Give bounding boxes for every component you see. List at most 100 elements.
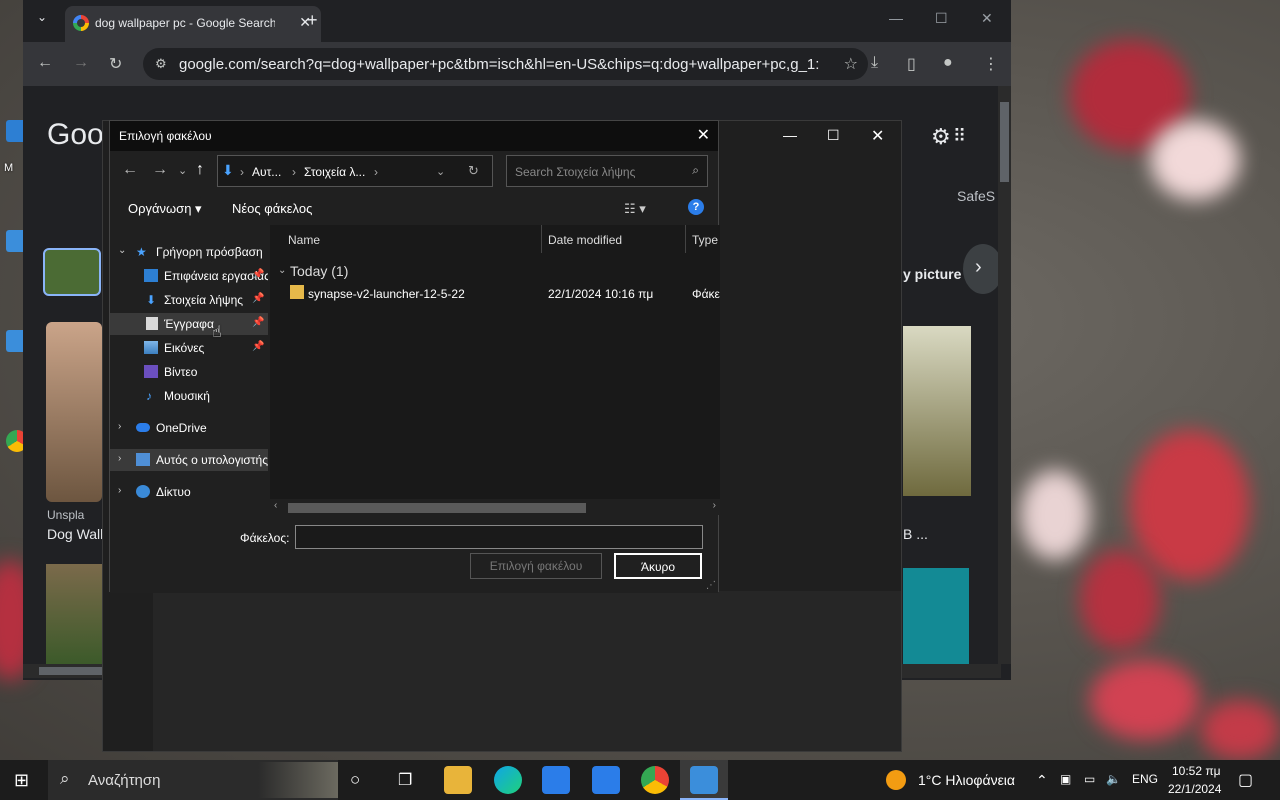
profile-icon[interactable]: ●	[943, 54, 953, 72]
bookmark-star-icon[interactable]: ☆	[844, 54, 858, 74]
edge-icon[interactable]	[494, 766, 522, 794]
tree-quick-access[interactable]: ⌄ ★ Γρήγορη πρόσβαση	[110, 241, 268, 263]
cortana-icon[interactable]: ○	[350, 770, 360, 790]
result-image[interactable]	[903, 326, 971, 496]
minimize-icon[interactable]: —	[889, 10, 903, 26]
refresh-icon[interactable]: ↻	[468, 163, 479, 179]
volume-muted-icon[interactable]: 🔈	[1106, 772, 1121, 786]
tree-music[interactable]: ♪ Μουσική	[110, 385, 268, 407]
organize-button[interactable]: Οργάνωση ▾	[128, 201, 202, 217]
address-bar[interactable]: ⚙ google.com/search?q=dog+wallpaper+pc&t…	[143, 48, 868, 80]
select-folder-button[interactable]: Επιλογή φακέλου	[470, 553, 602, 579]
file-list-horizontal-scrollbar[interactable]: ‹ ›	[270, 499, 720, 515]
maximize-icon[interactable]: ☐	[827, 127, 840, 144]
result-title[interactable]: B ...	[903, 526, 928, 542]
filter-chip-thumbnail[interactable]	[43, 248, 101, 296]
weather-text[interactable]: 1°C Ηλιοφάνεια	[918, 772, 1015, 788]
pin-icon[interactable]: 📌	[252, 317, 264, 328]
active-app-slot[interactable]	[680, 760, 728, 800]
column-name[interactable]: Name	[270, 225, 542, 253]
folder-input[interactable]	[295, 525, 703, 549]
recent-locations-icon[interactable]: ⌄	[178, 164, 187, 177]
tree-videos[interactable]: Βίντεο	[110, 361, 268, 383]
chrome-taskbar-icon[interactable]	[641, 766, 669, 794]
table-row[interactable]: synapse-v2-launcher-12-5-22 22/1/2024 10…	[280, 283, 720, 305]
up-folder-icon[interactable]: ↑	[196, 161, 204, 179]
result-image[interactable]	[46, 322, 102, 502]
maximize-icon[interactable]: ☐	[935, 10, 948, 27]
back-icon[interactable]: ←	[122, 161, 138, 179]
result-image[interactable]	[903, 568, 969, 664]
forward-icon[interactable]: →	[73, 54, 89, 72]
menu-icon[interactable]: ⋮	[983, 54, 999, 74]
scroll-left-icon[interactable]: ‹	[274, 500, 277, 511]
new-folder-button[interactable]: Νέος φάκελος	[232, 201, 312, 216]
pin-icon[interactable]: 📌	[252, 293, 264, 304]
page-vertical-scrollbar[interactable]	[998, 86, 1011, 664]
resize-grip-icon[interactable]: ⋰	[706, 580, 716, 591]
meet-icon[interactable]: ▣	[1060, 772, 1071, 786]
group-header[interactable]: Today (1)	[290, 263, 348, 279]
tree-documents[interactable]: Έγγραφα 📌	[110, 313, 268, 335]
address-breadcrumb[interactable]: ⬇ › Αυτ... › Στοιχεία λ... › ⌄ ↻	[217, 155, 493, 187]
chevron-right-icon[interactable]: ›	[118, 421, 121, 432]
notifications-icon[interactable]: ▢	[1238, 770, 1253, 790]
breadcrumb-item[interactable]: Αυτ...	[252, 165, 281, 179]
taskbar-search-input[interactable]: Αναζήτηση	[88, 772, 160, 789]
task-view-icon[interactable]: ❐	[398, 770, 412, 790]
apps-grid-icon[interactable]: ⠿	[953, 126, 966, 147]
settings-gear-icon[interactable]: ⚙	[931, 124, 951, 150]
downloads-icon[interactable]: ⤓	[871, 54, 878, 72]
chevron-right-icon[interactable]: ›	[118, 485, 121, 496]
file-explorer-icon[interactable]	[444, 766, 472, 794]
search-input[interactable]: Search Στοιχεία λήψης	[515, 165, 635, 179]
close-window-icon[interactable]: ✕	[981, 10, 993, 27]
tree-this-pc[interactable]: › Αυτός ο υπολογιστής	[110, 449, 268, 471]
chevron-right-icon[interactable]: ›	[118, 453, 121, 464]
site-info-icon[interactable]: ⚙	[155, 56, 167, 72]
taskbar-search[interactable]: ⌕ Αναζήτηση	[48, 760, 338, 800]
tree-onedrive[interactable]: › OneDrive	[110, 417, 268, 439]
tray-expand-icon[interactable]: ⌃	[1036, 772, 1048, 789]
result-source[interactable]: Unspla	[47, 508, 84, 522]
group-collapse-icon[interactable]: ⌄	[278, 265, 286, 276]
chevron-down-icon[interactable]: ⌄	[436, 165, 445, 178]
tree-pictures[interactable]: Εικόνες 📌	[110, 337, 268, 359]
scroll-thumb[interactable]	[288, 503, 586, 513]
tree-network[interactable]: › Δίκτυο	[110, 481, 268, 503]
chevron-down-icon[interactable]: ⌄	[118, 245, 126, 256]
side-panel-icon[interactable]: ▯	[907, 54, 916, 74]
clock-time[interactable]: 10:52 πμ	[1172, 764, 1221, 778]
close-window-icon[interactable]: ✕	[871, 126, 884, 146]
dialog-close-icon[interactable]: ✕	[697, 125, 710, 145]
help-icon[interactable]: ?	[688, 199, 704, 215]
cancel-button[interactable]: Άκυρο	[614, 553, 702, 579]
search-box[interactable]: Search Στοιχεία λήψης ⌕	[506, 155, 708, 187]
safesearch-label[interactable]: SafeS	[957, 188, 995, 204]
chip-label[interactable]: y picture	[903, 266, 961, 282]
scroll-thumb[interactable]	[1000, 102, 1009, 182]
back-icon[interactable]: ←	[37, 54, 53, 72]
forward-icon[interactable]: →	[152, 161, 168, 179]
column-date-modified[interactable]: Date modified	[542, 225, 686, 253]
tree-desktop[interactable]: Επιφάνεια εργασίας 📌	[110, 265, 268, 287]
windows-start-icon[interactable]: ⊞	[14, 770, 29, 791]
chips-next-button[interactable]: ›	[963, 244, 1003, 294]
view-options-icon[interactable]: ☷ ▾	[624, 201, 646, 217]
network-tray-icon[interactable]: ▭	[1084, 772, 1095, 786]
clock-date[interactable]: 22/1/2024	[1168, 782, 1221, 796]
column-type[interactable]: Type	[686, 225, 720, 253]
new-tab-icon[interactable]: +	[307, 10, 318, 31]
weather-sun-icon[interactable]	[886, 770, 906, 790]
reload-icon[interactable]: ↻	[109, 54, 122, 74]
browser-tab[interactable]: dog wallpaper pc - Google Search ✕	[65, 6, 321, 42]
scroll-right-icon[interactable]: ›	[713, 500, 716, 511]
minimize-icon[interactable]: —	[783, 127, 797, 143]
breadcrumb-item[interactable]: Στοιχεία λ...	[304, 165, 365, 179]
language-indicator[interactable]: ENG	[1132, 772, 1158, 786]
tree-downloads[interactable]: ⬇ Στοιχεία λήψης 📌	[110, 289, 268, 311]
result-image[interactable]	[46, 564, 102, 664]
result-title[interactable]: Dog Wall	[47, 526, 103, 542]
pin-icon[interactable]: 📌	[252, 269, 264, 280]
store-icon[interactable]	[542, 766, 570, 794]
